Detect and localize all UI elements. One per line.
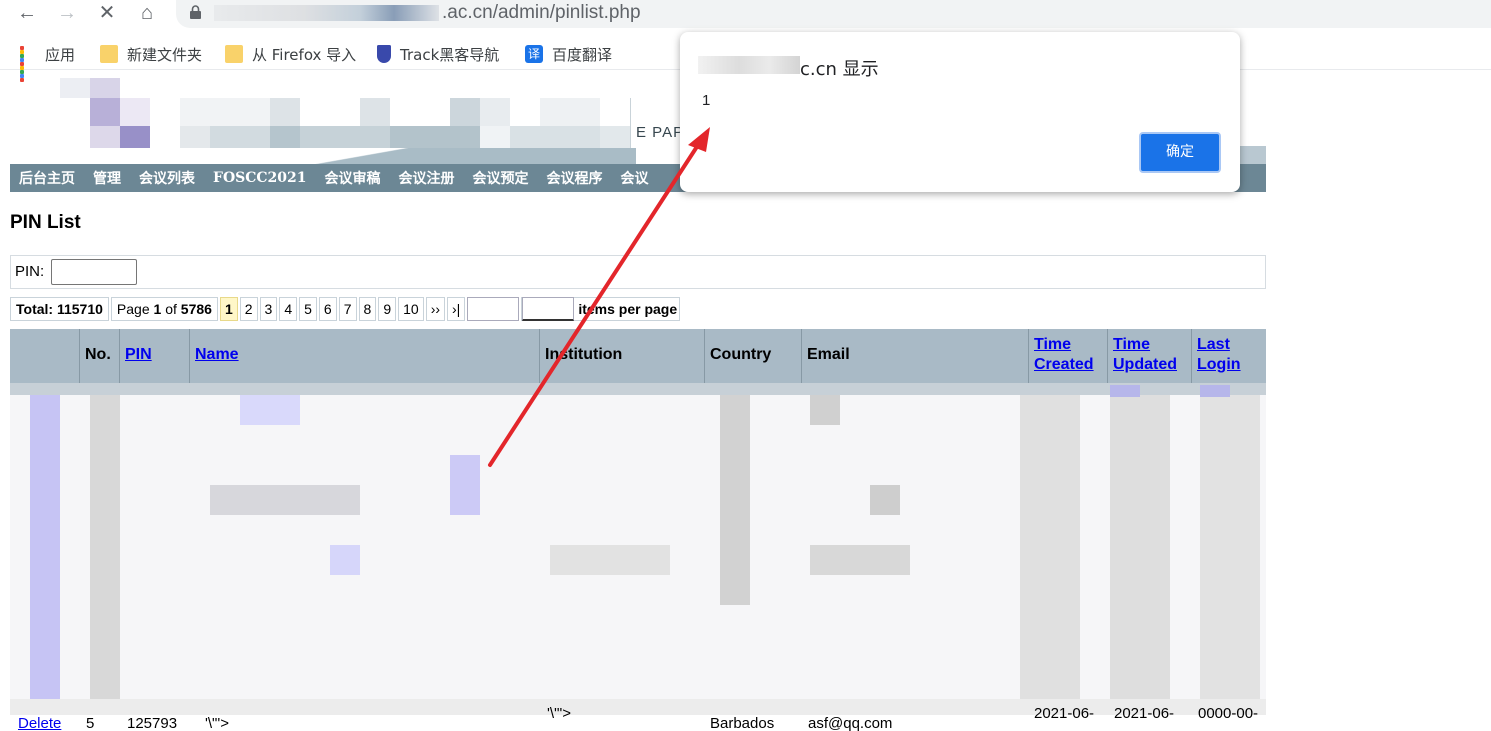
sort-time-updated-link[interactable]: Time Updated [1113,336,1177,373]
dialog-title: c.cn 显示 [800,59,879,80]
url-redacted [214,5,439,21]
alert-dialog: c.cn 显示 1 确定 [680,32,1240,192]
page-link[interactable]: 5 [299,297,317,321]
items-per-page-input[interactable] [522,297,575,321]
page-title: PIN List [10,212,81,233]
col-name[interactable]: Name [189,329,539,383]
url-text: .ac.cn/admin/pinlist.php [442,2,641,23]
shield-icon [377,45,391,63]
address-bar[interactable]: .ac.cn/admin/pinlist.php [176,0,1491,28]
cell-last-login: 0000-00- [1198,705,1259,722]
col-email: Email [801,329,1028,383]
bookmark-label: 新建文件夹 [127,45,203,64]
bookmark-label: 应用 [45,45,76,64]
lock-icon [190,5,201,19]
browser-toolbar: ← → ✕ ⌂ .ac.cn/admin/pinlist.php [0,0,1491,30]
col-last-login[interactable]: Last Login [1191,329,1266,383]
nav-item[interactable]: 会议注册 [399,168,455,188]
nav-item[interactable]: 会议列表 [139,168,195,188]
cell-country: Barbados [710,715,775,731]
nav-item[interactable]: 会议审稿 [325,168,381,188]
cell-email: asf@qq.com [808,715,893,731]
col-actions [10,329,79,383]
dialog-message: 1 [702,92,711,109]
nav-item[interactable]: 会议程序 [547,168,603,188]
page-link[interactable]: 7 [338,297,357,321]
col-no: No. [79,329,119,383]
cell-pin: 125793 [127,715,178,731]
items-per-page-label: items per page [578,301,678,317]
back-icon[interactable]: ← [10,0,44,26]
goto-page-input[interactable] [467,297,520,321]
bookmark-track[interactable]: Track黑客导航 [377,44,499,64]
bookmark-new-folder[interactable]: 新建文件夹 [100,44,202,64]
page-link[interactable]: 2 [239,297,258,321]
last-page-link[interactable]: ›| [447,297,466,321]
delete-link[interactable]: Delete [18,715,61,731]
bookmark-label: 百度翻译 [552,45,613,64]
bookmark-apps[interactable]: 应用 [20,44,76,82]
pager: Total: 115710 Page 1 of 5786 1 2 3 4 5 6… [10,297,681,321]
pin-table: No. PIN Name Institution Country Email T… [10,329,1266,731]
cell-time-created: 2021-06- [1034,705,1095,722]
forward-icon[interactable]: → [50,0,84,26]
pin-label: PIN: [15,263,45,280]
sort-last-login-link[interactable]: Last Login [1197,336,1241,373]
col-institution: Institution [539,329,704,383]
page-link-current[interactable]: 1 [219,297,238,321]
table-header: No. PIN Name Institution Country Email T… [10,329,1266,383]
nav-item[interactable]: 后台主页 [19,168,75,188]
page-link[interactable]: 3 [259,297,278,321]
dialog-origin-redacted [698,56,800,74]
home-icon[interactable]: ⌂ [130,0,164,26]
sort-time-created-link[interactable]: Time Created [1034,336,1094,373]
col-country: Country [704,329,801,383]
table-row: Delete 5 125793 '\"'> '\'"> Barbados asf… [10,705,1266,731]
page-link[interactable]: 8 [358,297,377,321]
sort-name-link[interactable]: Name [195,346,239,363]
stop-icon[interactable]: ✕ [90,0,124,26]
cell-name: '\"'> [205,715,229,731]
next-page-link[interactable]: ›› [425,297,446,321]
bookmark-firefox-import[interactable]: 从 Firefox 导入 [225,44,356,64]
nav-item[interactable]: FOSCC2021 [213,170,307,186]
col-time-created[interactable]: Time Created [1028,329,1107,383]
nav-item[interactable]: 会议预定 [473,168,529,188]
folder-icon [225,45,243,63]
total-count: Total: 115710 [10,297,109,321]
nav-item[interactable]: 管理 [93,168,121,188]
cell-time-updated: 2021-06- [1114,705,1175,722]
apps-icon [20,46,36,82]
nav-item[interactable]: 会议 [621,168,649,188]
col-time-updated[interactable]: Time Updated [1107,329,1191,383]
bookmark-label: Track黑客导航 [400,45,500,64]
bookmark-label: 从 Firefox 导入 [252,45,357,64]
page-indicator: Page 1 of 5786 [110,297,218,321]
items-per-page-control: items per page [521,297,681,321]
cell-institution: '\'"> [547,705,571,722]
dialog-ok-button[interactable]: 确定 [1139,132,1221,173]
cell-no: 5 [86,715,95,731]
sort-pin-link[interactable]: PIN [125,346,152,363]
folder-icon [100,45,118,63]
pin-input[interactable] [51,259,137,285]
table-body-redacted [10,383,1266,731]
bookmark-baidu-translate[interactable]: 译 百度翻译 [525,44,612,64]
page-link[interactable]: 6 [318,297,337,321]
translate-icon: 译 [525,45,543,63]
page-link[interactable]: 10 [398,297,424,321]
col-pin[interactable]: PIN [119,329,189,383]
pin-search-box: PIN: [10,255,1266,289]
page-link[interactable]: 9 [378,297,397,321]
page-link[interactable]: 4 [279,297,298,321]
